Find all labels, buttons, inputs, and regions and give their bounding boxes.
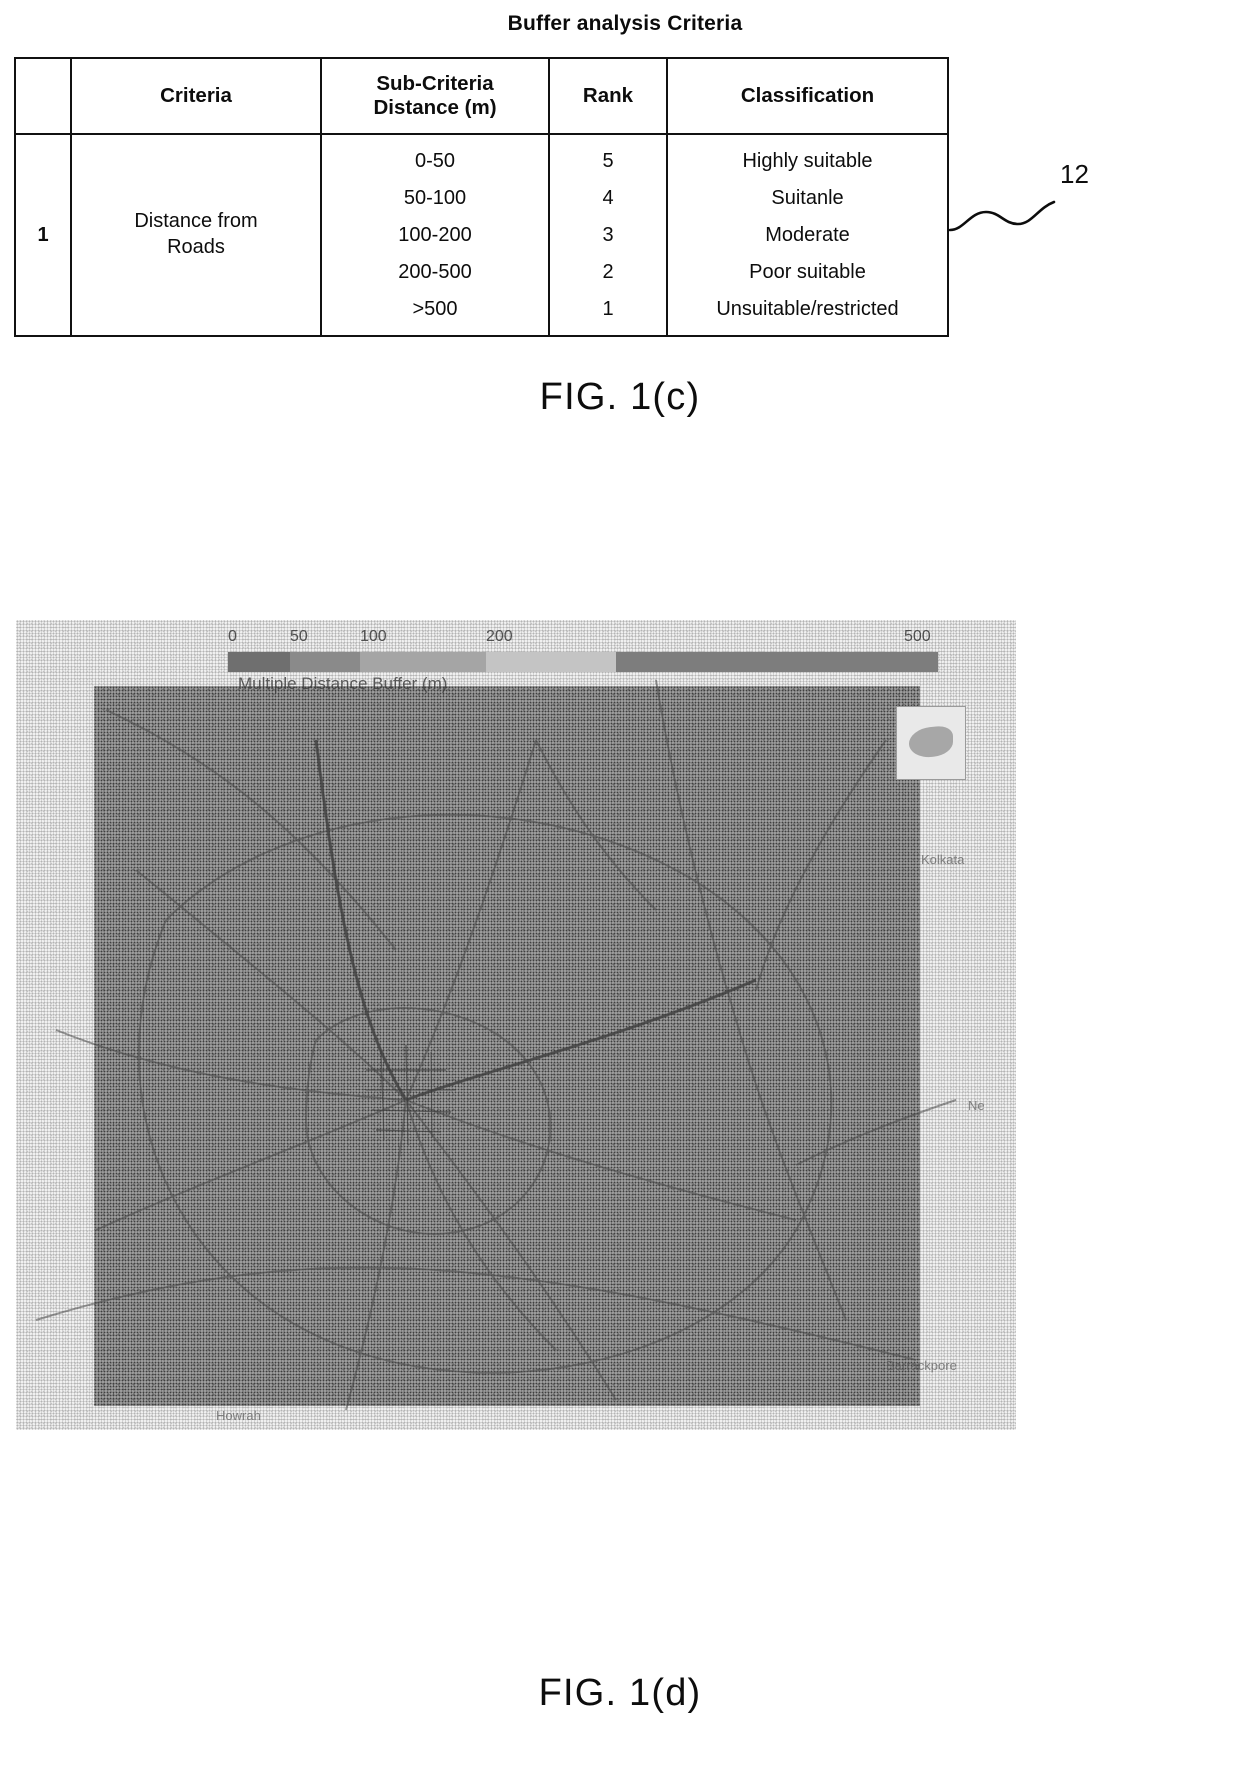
table-title: Buffer analysis Criteria bbox=[507, 12, 743, 35]
rank-value: 1 bbox=[602, 297, 614, 320]
legend-swatch bbox=[360, 652, 486, 672]
legend-tick: 100 bbox=[360, 628, 387, 645]
header-sub-criteria-line1: Sub-Criteria bbox=[376, 71, 494, 95]
criteria-text: Distance from Roads bbox=[72, 209, 320, 260]
header-rank: Rank bbox=[548, 57, 668, 135]
legend-tick: 200 bbox=[486, 628, 513, 645]
figure-1c: Buffer analysis Criteria Criteria Sub-Cr… bbox=[0, 0, 1240, 418]
criteria-line1: Distance from bbox=[134, 210, 258, 233]
legend-color-ramp bbox=[228, 652, 938, 672]
map-place-label: Kolkata bbox=[921, 852, 965, 867]
cell-criteria: Distance from Roads bbox=[70, 133, 322, 337]
map-place-label: Barrackpore bbox=[886, 1358, 957, 1373]
distance-stack: 0-50 50-100 100-200 200-500 >500 bbox=[322, 143, 548, 328]
buffer-analysis-criteria-table: Criteria Sub-Criteria Distance (m) Rank … bbox=[14, 57, 949, 337]
classification-value: Moderate bbox=[765, 223, 850, 246]
map-legend: 0 50 100 200 500 Multiple Distance Buffe… bbox=[228, 628, 938, 694]
table-row: 1 Distance from Roads 0-50 50-100 100-20… bbox=[14, 133, 949, 337]
classification-value: Suitanle bbox=[771, 186, 844, 209]
cell-sub-criteria-distances: 0-50 50-100 100-200 200-500 >500 bbox=[320, 133, 550, 337]
legend-swatch bbox=[290, 652, 360, 672]
reference-numeral-group: 12 bbox=[948, 150, 1148, 260]
criteria-line2: Roads bbox=[167, 236, 225, 258]
road-network-lines bbox=[35, 679, 957, 1411]
distance-value: 100-200 bbox=[398, 223, 472, 246]
legend-swatch bbox=[228, 652, 290, 672]
legend-tick: 0 bbox=[228, 628, 237, 645]
figure-1c-caption: FIG. 1(c) bbox=[539, 376, 701, 418]
header-classification: Classification bbox=[666, 57, 949, 135]
classification-value: Unsuitable/restricted bbox=[716, 297, 899, 320]
table-header-row: Criteria Sub-Criteria Distance (m) Rank … bbox=[14, 57, 949, 135]
distance-value: 200-500 bbox=[398, 260, 472, 283]
map-place-label: Ne bbox=[968, 1098, 985, 1113]
legend-tick: 50 bbox=[290, 628, 308, 645]
legend-swatch bbox=[486, 652, 616, 672]
distance-value: 0-50 bbox=[414, 149, 456, 172]
legend-swatch bbox=[616, 652, 938, 672]
header-sub-criteria: Sub-Criteria Distance (m) bbox=[320, 57, 550, 135]
legend-tick-row: 0 50 100 200 500 bbox=[228, 628, 938, 650]
header-criteria: Criteria bbox=[70, 57, 322, 135]
rank-value: 5 bbox=[602, 149, 614, 172]
map-locator-inset bbox=[896, 706, 966, 780]
rank-value: 4 bbox=[602, 186, 614, 209]
cell-row-index: 1 bbox=[14, 133, 72, 337]
reference-numeral-12: 12 bbox=[1060, 159, 1089, 189]
rank-value: 2 bbox=[602, 260, 614, 283]
figure-1d-map-screenshot: 0 50 100 200 500 Multiple Distance Buffe… bbox=[16, 620, 1016, 1430]
distance-value: 50-100 bbox=[403, 186, 467, 209]
rank-value: 3 bbox=[602, 223, 614, 246]
legend-caption: Multiple Distance Buffer (m) bbox=[238, 674, 448, 693]
distance-value: >500 bbox=[412, 297, 458, 320]
rank-stack: 5 4 3 2 1 bbox=[550, 143, 666, 328]
reference-leader-line bbox=[948, 200, 1056, 232]
cell-classifications: Highly suitable Suitanle Moderate Poor s… bbox=[666, 133, 949, 337]
cell-ranks: 5 4 3 2 1 bbox=[548, 133, 668, 337]
classification-value: Highly suitable bbox=[742, 149, 873, 172]
map-place-label: Howrah bbox=[216, 1408, 261, 1423]
legend-tick: 500 bbox=[904, 628, 931, 645]
classification-stack: Highly suitable Suitanle Moderate Poor s… bbox=[668, 143, 947, 328]
classification-value: Poor suitable bbox=[749, 260, 866, 283]
header-sub-criteria-line2: Distance (m) bbox=[373, 96, 497, 119]
figure-1d-caption: FIG. 1(d) bbox=[538, 1672, 702, 1714]
criteria-table-container: Criteria Sub-Criteria Distance (m) Rank … bbox=[14, 57, 949, 337]
header-index bbox=[14, 57, 72, 135]
inset-shape-icon bbox=[909, 724, 953, 760]
